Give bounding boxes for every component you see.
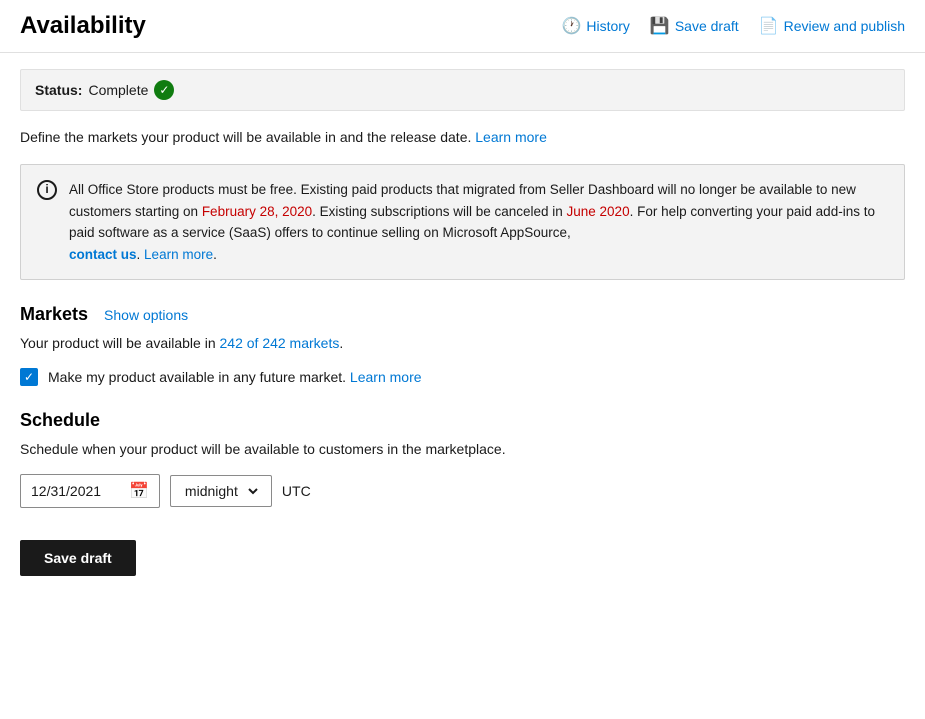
info-date-1: February 28, 2020 <box>202 204 312 219</box>
history-icon: 🕐 <box>561 16 581 36</box>
status-value: Complete <box>88 82 148 98</box>
schedule-section: Schedule Schedule when your product will… <box>20 410 905 508</box>
info-date-2: June 2020 <box>567 204 630 219</box>
time-select-wrapper: midnight 1:00 AM 2:00 AM 3:00 AM 6:00 AM… <box>170 475 272 507</box>
schedule-description: Schedule when your product will be avail… <box>20 439 905 460</box>
time-select[interactable]: midnight 1:00 AM 2:00 AM 3:00 AM 6:00 AM… <box>181 482 261 500</box>
schedule-inputs: 📅 midnight 1:00 AM 2:00 AM 3:00 AM 6:00 … <box>20 474 905 508</box>
page-header: Availability 🕐 History 💾 Save draft 📄 Re… <box>0 0 925 53</box>
page-description: Define the markets your product will be … <box>20 127 905 148</box>
date-input[interactable] <box>31 483 121 499</box>
status-complete-icon: ✓ <box>154 80 174 100</box>
calendar-icon[interactable]: 📅 <box>129 481 149 501</box>
future-market-checkbox[interactable]: ✓ <box>20 368 38 386</box>
contact-us-link[interactable]: contact us <box>69 247 137 262</box>
info-box-text: All Office Store products must be free. … <box>69 179 888 265</box>
markets-count: 242 of 242 markets <box>220 335 340 351</box>
save-draft-icon: 💾 <box>650 16 670 36</box>
schedule-title: Schedule <box>20 410 100 431</box>
info-box: i All Office Store products must be free… <box>20 164 905 280</box>
show-options-button[interactable]: Show options <box>104 307 188 323</box>
markets-title: Markets <box>20 304 88 325</box>
main-content: Status: Complete ✓ Define the markets yo… <box>0 53 925 596</box>
header-actions: 🕐 History 💾 Save draft 📄 Review and publ… <box>561 16 905 36</box>
markets-description: Your product will be available in 242 of… <box>20 333 905 354</box>
review-publish-icon: 📄 <box>759 16 779 36</box>
info-learn-more-link[interactable]: Learn more <box>144 247 213 262</box>
save-draft-header-button[interactable]: 💾 Save draft <box>650 16 739 36</box>
checkbox-learn-more-link[interactable]: Learn more <box>350 369 422 385</box>
future-market-checkbox-row: ✓ Make my product available in any futur… <box>20 368 905 386</box>
status-bar: Status: Complete ✓ <box>20 69 905 111</box>
timezone-label: UTC <box>282 483 311 499</box>
info-icon: i <box>37 180 57 200</box>
review-publish-button[interactable]: 📄 Review and publish <box>759 16 905 36</box>
future-market-label: Make my product available in any future … <box>48 369 422 385</box>
history-button[interactable]: 🕐 History <box>561 16 629 36</box>
date-input-wrapper: 📅 <box>20 474 160 508</box>
description-learn-more-link[interactable]: Learn more <box>475 129 547 145</box>
schedule-section-header: Schedule <box>20 410 905 431</box>
save-draft-button[interactable]: Save draft <box>20 540 136 576</box>
status-label: Status: <box>35 82 82 98</box>
page-title: Availability <box>20 12 146 40</box>
markets-section-header: Markets Show options <box>20 304 905 325</box>
